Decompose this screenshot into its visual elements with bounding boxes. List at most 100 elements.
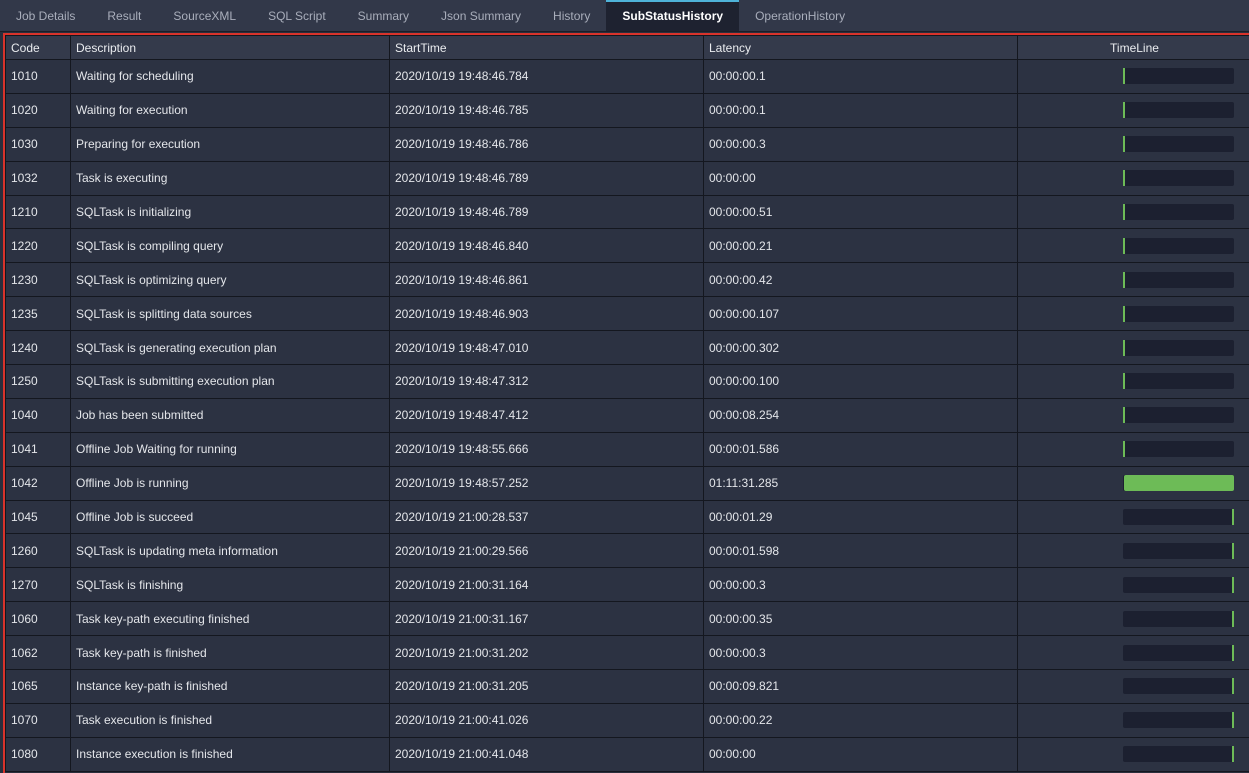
cell-description: Task key-path is finished (71, 636, 390, 670)
column-header-starttime[interactable]: StartTime (390, 36, 704, 60)
table-row[interactable]: 1032Task is executing2020/10/19 19:48:46… (6, 161, 1249, 195)
column-header-latency[interactable]: Latency (704, 36, 1018, 60)
cell-timeline (1018, 636, 1249, 670)
table-row[interactable]: 1070Task execution is finished2020/10/19… (6, 703, 1249, 737)
column-header-code[interactable]: Code (6, 36, 71, 60)
tab-summary[interactable]: Summary (342, 0, 425, 31)
timeline-track (1123, 204, 1234, 220)
table-row[interactable]: 1045Offline Job is succeed2020/10/19 21:… (6, 500, 1249, 534)
cell-code: 1250 (6, 365, 71, 399)
cell-description: SQLTask is initializing (71, 195, 390, 229)
table-row[interactable]: 1250SQLTask is submitting execution plan… (6, 365, 1249, 399)
timeline-track (1123, 712, 1234, 728)
timeline-segment (1232, 543, 1234, 559)
tab-job-details[interactable]: Job Details (0, 0, 91, 31)
cell-starttime: 2020/10/19 19:48:47.312 (390, 365, 704, 399)
cell-latency: 00:00:00.22 (704, 703, 1018, 737)
cell-starttime: 2020/10/19 21:00:41.026 (390, 703, 704, 737)
cell-code: 1030 (6, 127, 71, 161)
cell-latency: 00:00:00.107 (704, 297, 1018, 331)
cell-starttime: 2020/10/19 19:48:46.786 (390, 127, 704, 161)
timeline-segment (1123, 170, 1125, 186)
table-row[interactable]: 1235SQLTask is splitting data sources202… (6, 297, 1249, 331)
table-row[interactable]: 1062Task key-path is finished2020/10/19 … (6, 636, 1249, 670)
cell-timeline (1018, 432, 1249, 466)
cell-description: SQLTask is compiling query (71, 229, 390, 263)
cell-code: 1041 (6, 432, 71, 466)
timeline-track (1123, 678, 1234, 694)
table-row[interactable]: 1220SQLTask is compiling query2020/10/19… (6, 229, 1249, 263)
cell-description: SQLTask is finishing (71, 568, 390, 602)
table-row[interactable]: 1065Instance key-path is finished2020/10… (6, 670, 1249, 704)
cell-latency: 00:00:00.51 (704, 195, 1018, 229)
cell-timeline (1018, 602, 1249, 636)
table-row[interactable]: 1240SQLTask is generating execution plan… (6, 331, 1249, 365)
timeline-segment (1232, 678, 1234, 694)
cell-starttime: 2020/10/19 19:48:46.789 (390, 161, 704, 195)
cell-starttime: 2020/10/19 19:48:47.010 (390, 331, 704, 365)
table-row[interactable]: 1270SQLTask is finishing2020/10/19 21:00… (6, 568, 1249, 602)
cell-code: 1240 (6, 331, 71, 365)
table-row[interactable]: 1040Job has been submitted2020/10/19 19:… (6, 398, 1249, 432)
tab-json-summary[interactable]: Json Summary (425, 0, 537, 31)
timeline-segment (1123, 238, 1125, 254)
cell-timeline (1018, 127, 1249, 161)
cell-code: 1020 (6, 93, 71, 127)
cell-description: SQLTask is optimizing query (71, 263, 390, 297)
column-header-description[interactable]: Description (71, 36, 390, 60)
table-row[interactable]: 1020Waiting for execution2020/10/19 19:4… (6, 93, 1249, 127)
timeline-track (1123, 272, 1234, 288)
column-header-timeline[interactable]: TimeLine (1018, 36, 1249, 60)
cell-code: 1230 (6, 263, 71, 297)
cell-starttime: 2020/10/19 19:48:46.903 (390, 297, 704, 331)
table-row[interactable]: 1080Instance execution is finished2020/1… (6, 737, 1249, 771)
cell-latency: 00:00:00.3 (704, 127, 1018, 161)
cell-starttime: 2020/10/19 19:48:46.861 (390, 263, 704, 297)
timeline-segment (1123, 441, 1125, 457)
timeline-track (1123, 509, 1234, 525)
timeline-segment (1232, 645, 1234, 661)
tab-operationhistory[interactable]: OperationHistory (739, 0, 861, 31)
cell-description: Task execution is finished (71, 703, 390, 737)
cell-starttime: 2020/10/19 21:00:31.164 (390, 568, 704, 602)
table-row[interactable]: 1030Preparing for execution2020/10/19 19… (6, 127, 1249, 161)
cell-description: Task is executing (71, 161, 390, 195)
cell-starttime: 2020/10/19 19:48:57.252 (390, 466, 704, 500)
tab-substatushistory[interactable]: SubStatusHistory (606, 0, 739, 31)
timeline-segment (1123, 136, 1125, 152)
cell-starttime: 2020/10/19 19:48:46.789 (390, 195, 704, 229)
cell-description: Instance execution is finished (71, 737, 390, 771)
cell-latency: 00:00:00.1 (704, 93, 1018, 127)
tab-sql-script[interactable]: SQL Script (252, 0, 342, 31)
cell-code: 1260 (6, 534, 71, 568)
cell-description: Job has been submitted (71, 398, 390, 432)
table-row[interactable]: 1260SQLTask is updating meta information… (6, 534, 1249, 568)
tab-result[interactable]: Result (91, 0, 157, 31)
tab-history[interactable]: History (537, 0, 606, 31)
cell-description: Instance key-path is finished (71, 670, 390, 704)
timeline-track (1123, 407, 1234, 423)
tab-sourcexml[interactable]: SourceXML (157, 0, 252, 31)
table-row[interactable]: 1230SQLTask is optimizing query2020/10/1… (6, 263, 1249, 297)
cell-code: 1042 (6, 466, 71, 500)
cell-description: SQLTask is updating meta information (71, 534, 390, 568)
cell-starttime: 2020/10/19 21:00:31.205 (390, 670, 704, 704)
table-row[interactable]: 1041Offline Job Waiting for running2020/… (6, 432, 1249, 466)
table-row[interactable]: 1010Waiting for scheduling2020/10/19 19:… (6, 60, 1249, 94)
table-row[interactable]: 1210SQLTask is initializing2020/10/19 19… (6, 195, 1249, 229)
cell-latency: 00:00:01.29 (704, 500, 1018, 534)
timeline-track (1123, 102, 1234, 118)
cell-code: 1220 (6, 229, 71, 263)
cell-description: Waiting for scheduling (71, 60, 390, 94)
cell-timeline (1018, 703, 1249, 737)
timeline-segment (1232, 509, 1234, 525)
tab-bar: Job DetailsResultSourceXMLSQL ScriptSumm… (0, 0, 1249, 32)
cell-latency: 00:00:00 (704, 161, 1018, 195)
table-row[interactable]: 1060Task key-path executing finished2020… (6, 602, 1249, 636)
substatus-history-table: Code Description StartTime Latency TimeL… (3, 33, 1249, 773)
timeline-segment (1232, 712, 1234, 728)
cell-code: 1010 (6, 60, 71, 94)
cell-timeline (1018, 737, 1249, 771)
cell-starttime: 2020/10/19 19:48:46.785 (390, 93, 704, 127)
table-row[interactable]: 1042Offline Job is running2020/10/19 19:… (6, 466, 1249, 500)
